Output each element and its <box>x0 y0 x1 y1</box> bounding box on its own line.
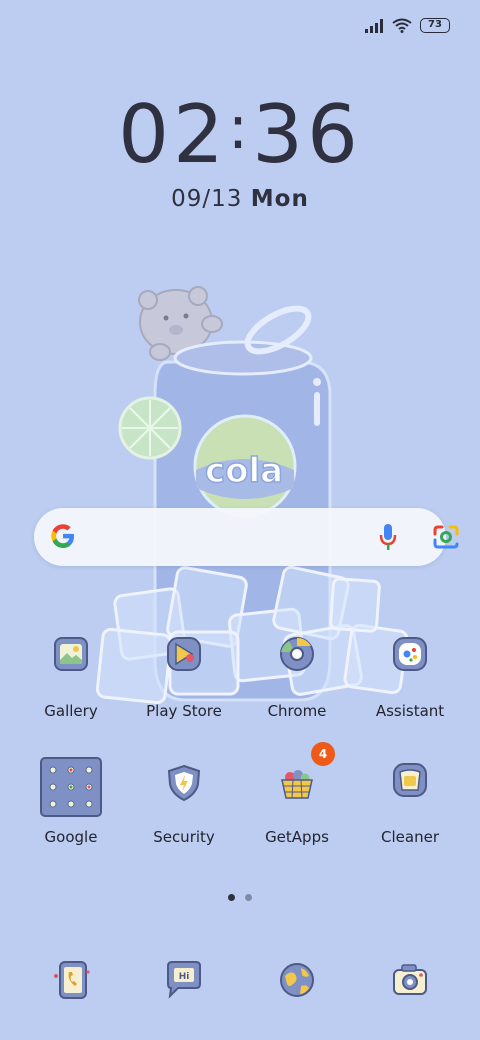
page-indicator[interactable] <box>0 894 480 901</box>
play-store-icon <box>167 637 201 671</box>
svg-text:Hi: Hi <box>179 972 190 982</box>
google-folder-icon <box>40 757 102 817</box>
dock-messages[interactable]: Hi <box>154 950 214 1010</box>
clock-date[interactable]: 09/13 Mon <box>0 186 480 212</box>
assistant-icon <box>393 637 427 671</box>
app-google-folder[interactable]: Google <box>16 756 126 846</box>
clock-time[interactable]: 02:36 <box>0 88 480 181</box>
signal-bars-icon <box>365 18 383 33</box>
dock-phone[interactable] <box>42 950 102 1010</box>
app-label: Gallery <box>44 702 98 720</box>
mic-icon[interactable] <box>378 522 398 552</box>
app-label: Play Store <box>146 702 222 720</box>
chrome-icon <box>280 637 314 671</box>
dock-browser[interactable] <box>267 950 327 1010</box>
app-label: Google <box>44 828 98 846</box>
security-icon <box>167 764 201 802</box>
battery-indicator: 73 <box>420 18 450 33</box>
cleaner-icon <box>393 763 427 797</box>
gallery-icon <box>54 637 88 671</box>
app-label: Security <box>153 828 215 846</box>
app-gallery[interactable]: Gallery <box>16 630 126 720</box>
date-text: 09/13 <box>171 186 243 212</box>
app-getapps[interactable]: 4 GetApps <box>242 742 352 846</box>
lime-slice-illustration <box>118 396 182 460</box>
app-chrome[interactable]: Chrome <box>242 630 352 720</box>
phone-icon <box>54 961 90 999</box>
app-label: GetApps <box>265 828 329 846</box>
svg-text:cola: cola <box>205 451 283 491</box>
app-assistant[interactable]: Assistant <box>355 630 465 720</box>
app-label: Chrome <box>267 702 327 720</box>
dock-camera[interactable] <box>380 950 440 1010</box>
clock-separator: : <box>227 93 253 163</box>
app-label: Assistant <box>375 702 445 720</box>
messages-icon: Hi <box>167 961 201 999</box>
google-search-bar[interactable] <box>34 508 459 566</box>
app-cleaner[interactable]: Cleaner <box>355 756 465 846</box>
lens-camera-icon[interactable] <box>432 524 460 550</box>
app-security[interactable]: Security <box>129 756 239 846</box>
notification-badge: 4 <box>311 742 335 766</box>
page-dot-active[interactable] <box>228 894 235 901</box>
camera-icon <box>393 964 427 995</box>
clock-minutes: 36 <box>252 88 362 181</box>
clock-hours: 02 <box>118 88 228 181</box>
status-bar: 73 <box>364 18 450 33</box>
page-dot[interactable] <box>245 894 252 901</box>
app-label: Cleaner <box>381 828 439 846</box>
wifi-icon <box>392 18 412 33</box>
app-play-store[interactable]: Play Store <box>129 630 239 720</box>
weekday-text: Mon <box>250 186 309 212</box>
google-g-icon <box>51 524 74 548</box>
browser-globe-icon <box>280 963 314 997</box>
